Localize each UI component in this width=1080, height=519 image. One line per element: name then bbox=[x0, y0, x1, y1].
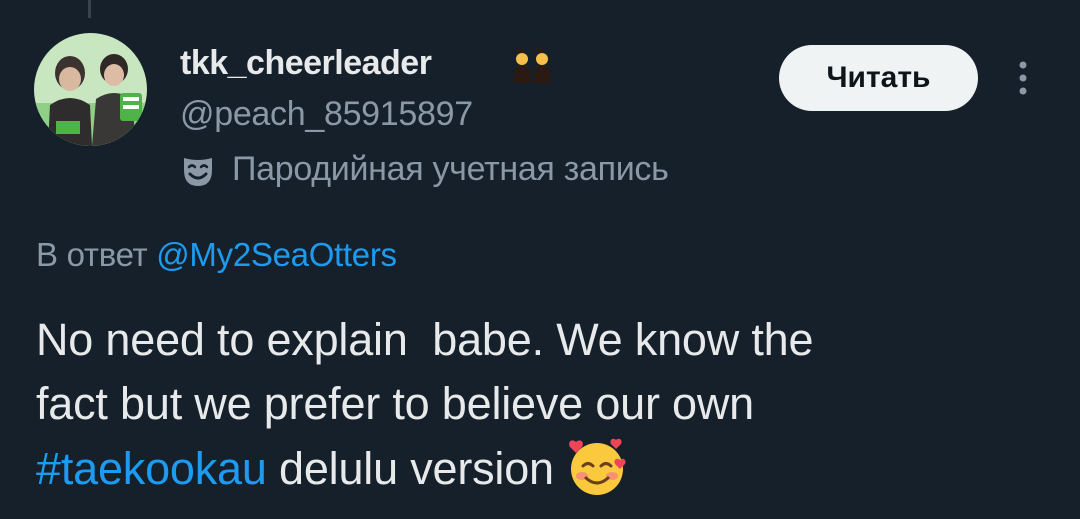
more-vertical-icon[interactable] bbox=[1008, 58, 1038, 98]
reply-context: В ответ @My2SeaOtters bbox=[36, 236, 397, 274]
author-display-name[interactable]: tkk_cheerleader bbox=[180, 44, 432, 83]
reply-prefix: В ответ bbox=[36, 236, 148, 273]
tweet-text-part2: delulu version bbox=[266, 443, 567, 494]
hashtag-link[interactable]: #taekookau bbox=[36, 443, 267, 494]
avatar-image bbox=[34, 33, 147, 146]
tweet-text-part1: No need to explain babe. We know the fac… bbox=[36, 314, 814, 429]
author-handle[interactable]: @peach_85915897 bbox=[180, 95, 473, 134]
tweet-text: No need to explain babe. We know the fac… bbox=[36, 308, 1046, 501]
thread-connector-line bbox=[88, 0, 91, 18]
parody-account-label: Пародийная учетная запись bbox=[232, 150, 669, 188]
reply-mention-link[interactable]: @My2SeaOtters bbox=[156, 236, 397, 273]
theater-mask-icon bbox=[184, 158, 212, 186]
people-with-bunny-ears-emoji bbox=[513, 46, 551, 83]
smiling-face-with-hearts-emoji bbox=[569, 438, 626, 495]
follow-button[interactable]: Читать bbox=[779, 45, 978, 111]
avatar[interactable] bbox=[34, 33, 147, 146]
